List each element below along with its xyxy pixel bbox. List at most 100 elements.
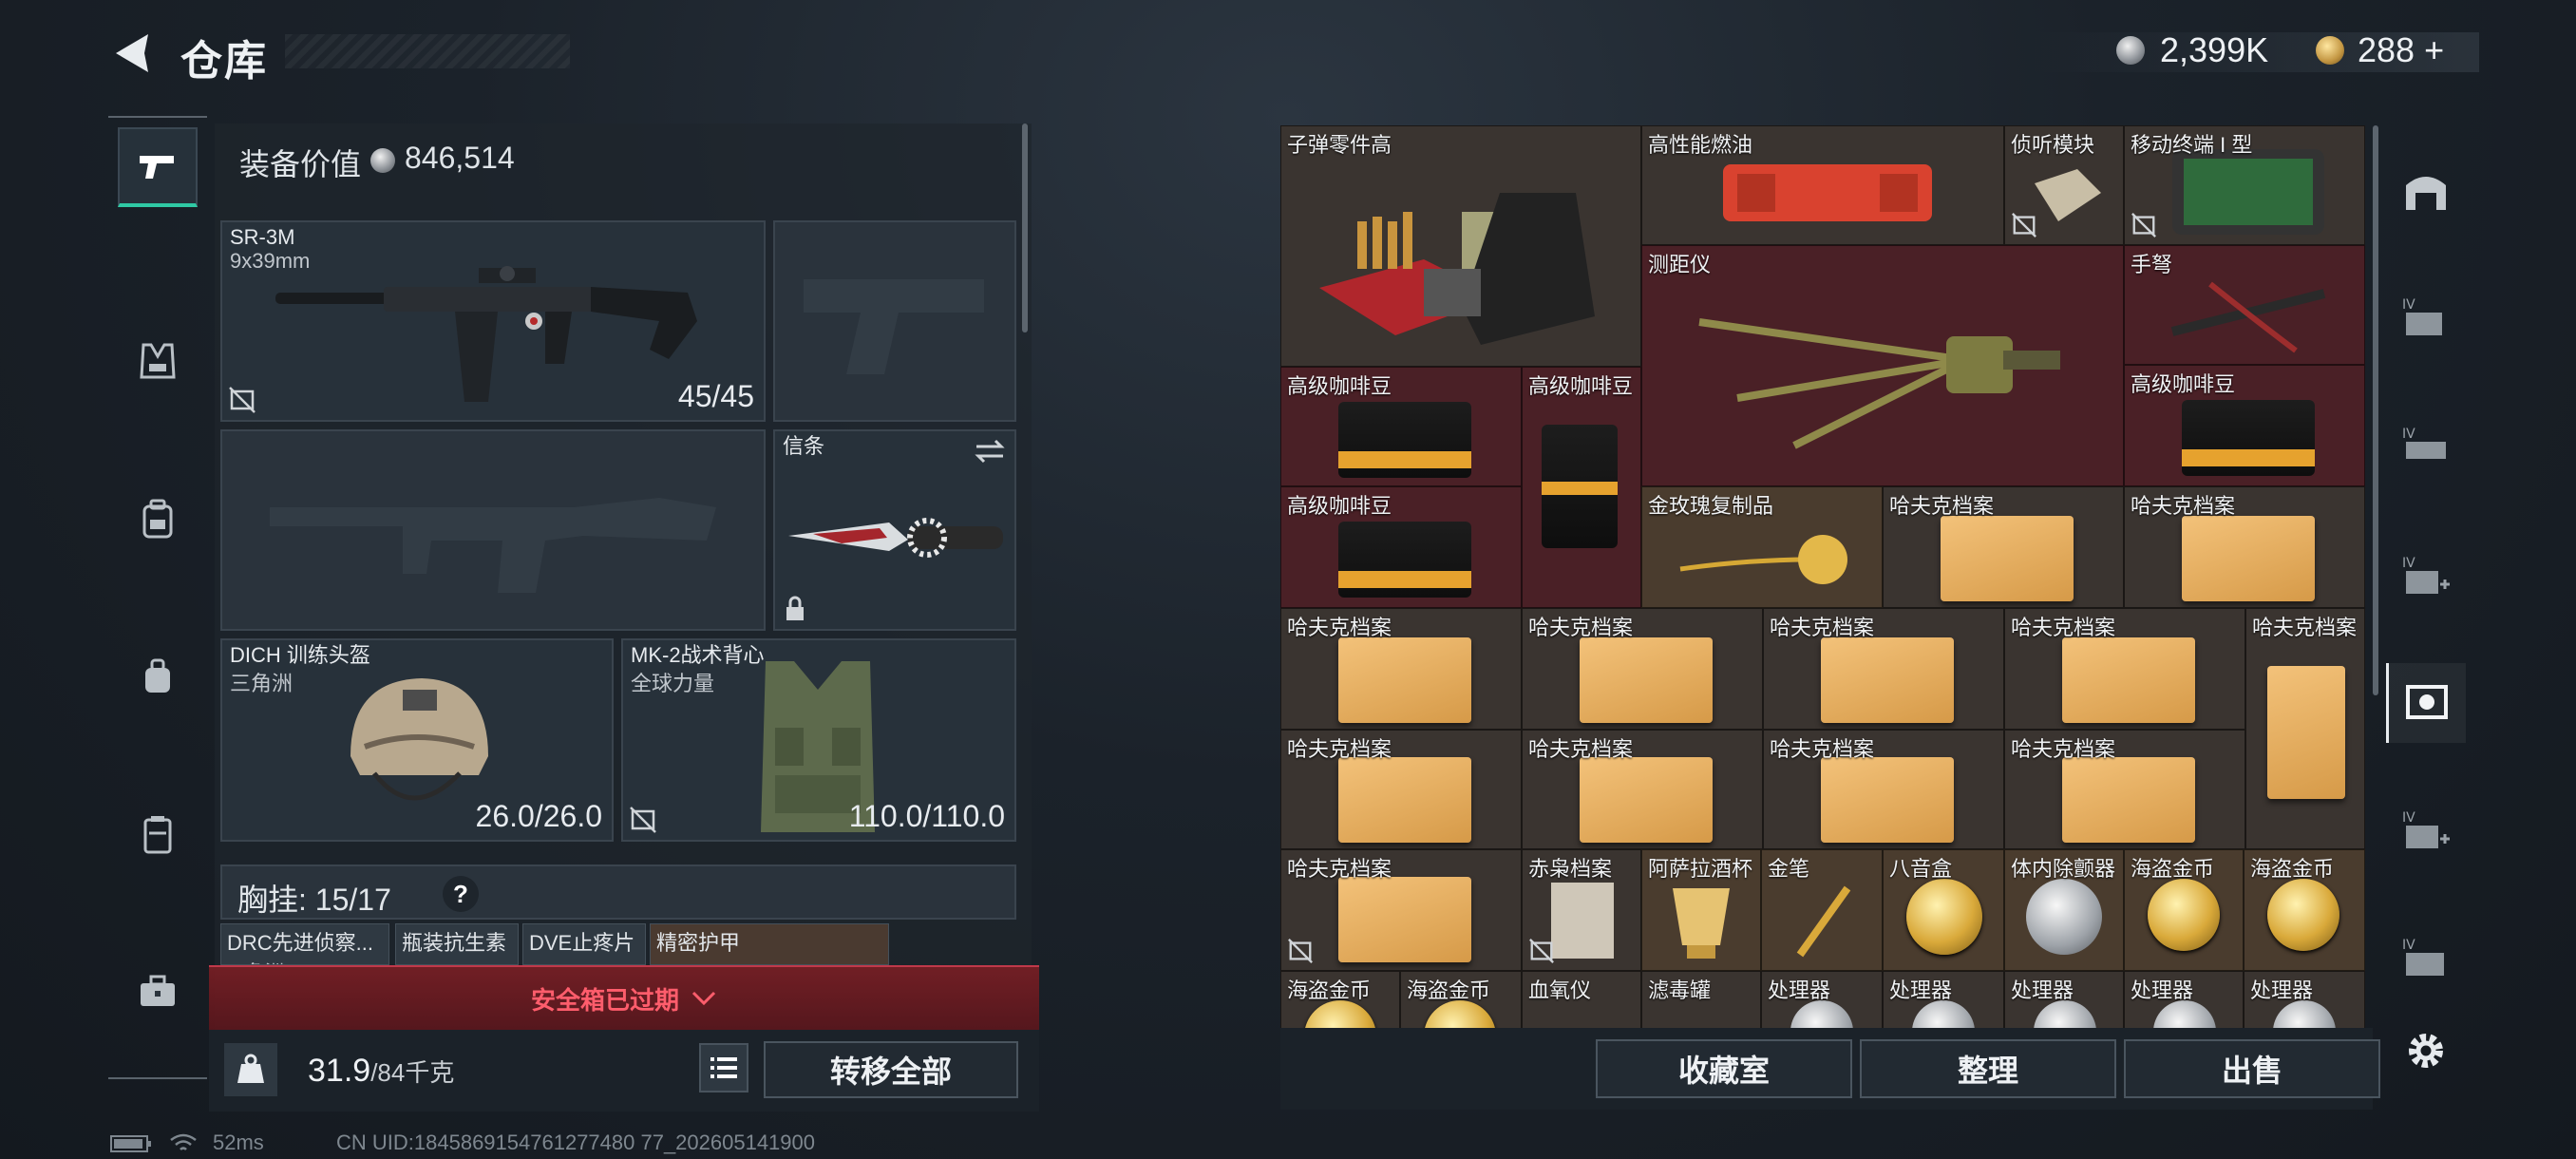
tab-safe-box[interactable] (118, 794, 198, 874)
item-hafk-file[interactable]: 哈夫克档案 (1763, 730, 2004, 849)
tab-chest-rig[interactable] (118, 321, 198, 401)
rig-item[interactable]: 瓶装抗生素 (395, 923, 519, 965)
transfer-all-button[interactable]: 转移全部 (764, 1041, 1018, 1098)
item-bullet-parts[interactable]: 子弹零件高 (1280, 125, 1641, 367)
item-rangefinder[interactable]: 测距仪 (1641, 245, 2124, 486)
tab-stash-iv-1[interactable]: IV (2386, 277, 2466, 357)
item-crossbow[interactable]: 手弩 (2124, 245, 2365, 365)
item-golden-rose[interactable]: 金玫瑰复制品 (1641, 486, 1883, 608)
item-coffee[interactable]: 高级咖啡豆 (1280, 486, 1522, 608)
coffee-bag-image (1338, 402, 1471, 478)
coin-image (2148, 879, 2220, 951)
gold-currency-value[interactable]: 288 + (2358, 30, 2444, 70)
no-insurance-icon (2131, 213, 2156, 238)
helmet-slot[interactable]: DICH 训练头盔 三角洲 26.0/26.0 (220, 638, 614, 842)
pistol-slot[interactable] (773, 220, 1016, 422)
item-filter-canister[interactable]: 滤毒罐 (1641, 971, 1761, 1028)
safe-box-expired-banner[interactable]: 安全箱已过期 (209, 965, 1039, 1030)
coffee-bag-image (1542, 425, 1618, 548)
tab-backpack[interactable] (118, 479, 198, 559)
silver-coin-icon (2116, 36, 2145, 65)
tab-stash-iv-4[interactable]: IV (2386, 790, 2466, 870)
tab-pouch[interactable] (118, 636, 198, 716)
processor-image (1912, 1000, 1975, 1028)
chest-rig-capacity: 15/17 (314, 883, 391, 917)
item-mobile-terminal[interactable]: 移动终端 I 型 (2124, 125, 2365, 245)
item-pirate-coin[interactable]: 海盗金币 (2124, 849, 2244, 971)
item-processor[interactable]: 处理器 (2004, 971, 2124, 1028)
melee-slot[interactable]: 信条 (773, 429, 1016, 631)
folder-image (2062, 757, 2195, 843)
item-processor[interactable]: 处理器 (2244, 971, 2365, 1028)
tab-stash-active[interactable] (2386, 663, 2466, 743)
item-hafk-file[interactable]: 哈夫克档案 (1280, 608, 1522, 730)
silver-currency-value: 2,399K (2160, 30, 2269, 69)
item-oximeter[interactable]: 血氧仪 (1522, 971, 1641, 1028)
collection-room-button[interactable]: 收藏室 (1596, 1039, 1852, 1098)
rig-item[interactable]: 精密护甲 (650, 923, 889, 965)
stash-scrollbar[interactable] (2373, 125, 2378, 695)
tab-stash-iv-3[interactable]: IV (2386, 536, 2466, 616)
tab-stash-iv-2[interactable]: IV (2386, 407, 2466, 486)
settings-button[interactable] (2397, 1022, 2454, 1079)
silver-coin-icon (370, 148, 395, 173)
item-hafk-file[interactable]: 哈夫克档案 (2004, 730, 2245, 849)
back-button[interactable] (106, 27, 160, 80)
tab-stash-iv-5[interactable]: IV (2386, 918, 2466, 998)
item-hafk-file[interactable]: 哈夫克档案 (1763, 608, 2004, 730)
item-hafk-file[interactable]: 哈夫克档案 (1280, 730, 1522, 849)
tab-stash-main[interactable] (2386, 152, 2466, 232)
item-coffee[interactable]: 高级咖啡豆 (2124, 365, 2365, 486)
folder-image (1338, 757, 1471, 843)
help-button[interactable]: ? (443, 876, 479, 912)
item-listening-module[interactable]: 侦听模块 (2004, 125, 2124, 245)
rig-item[interactable]: DVE止疼片 (522, 923, 646, 965)
item-gold-pen[interactable]: 金笔 (1761, 849, 1883, 971)
crossbow-image (2170, 281, 2326, 353)
carry-weight: 31.9/84千克 (308, 1053, 455, 1089)
add-gold-button[interactable]: + (2424, 30, 2444, 69)
item-coffee[interactable]: 高级咖啡豆 (1280, 367, 1522, 486)
organize-button[interactable]: 整理 (1860, 1039, 2116, 1098)
stash-grid[interactable]: 子弹零件高 高性能燃油 侦听模块 移动终端 I 型 测距仪 手弩 高级咖啡豆 高… (1280, 125, 2365, 1028)
primary-weapon-slot[interactable]: SR-3M 9x39mm 45/45 (220, 220, 766, 422)
page-title: 仓库 (180, 38, 268, 85)
item-defibrillator[interactable]: 体内除颤器 (2004, 849, 2124, 971)
module-image (2035, 169, 2101, 221)
item-music-box[interactable]: 八音盒 (1883, 849, 2004, 971)
ping-value: 52ms (213, 1130, 264, 1154)
item-coffee[interactable]: 高级咖啡豆 (1522, 367, 1641, 608)
rig-item[interactable]: DRC先进侦察...三角洲 (220, 923, 389, 965)
rifle-image (275, 266, 697, 402)
item-processor[interactable]: 处理器 (1761, 971, 1883, 1028)
helmet-durability: 26.0/26.0 (475, 799, 602, 833)
item-processor[interactable]: 处理器 (2124, 971, 2244, 1028)
item-pirate-coin[interactable]: 海盗金币 (1280, 971, 1400, 1028)
tab-weapons[interactable] (118, 127, 198, 207)
item-processor[interactable]: 处理器 (1883, 971, 2004, 1028)
stash-upgrade-icon: IV (2402, 810, 2450, 848)
sell-button[interactable]: 出售 (2124, 1039, 2380, 1098)
tab-toolbox[interactable] (118, 952, 198, 1032)
item-asara-cup[interactable]: 阿萨拉酒杯 (1641, 849, 1761, 971)
item-hafk-file[interactable]: 哈夫克档案 (1522, 730, 1763, 849)
no-insurance-icon (2012, 213, 2036, 238)
item-hafk-file[interactable]: 哈夫克档案 (1280, 849, 1522, 971)
item-hafk-file[interactable]: 哈夫克档案 (1522, 608, 1763, 730)
item-hafk-file[interactable]: 哈夫克档案 (2245, 608, 2365, 849)
equipment-scrollbar[interactable] (1022, 124, 1028, 332)
case-icon (143, 816, 172, 854)
item-pirate-coin[interactable]: 海盗金币 (2244, 849, 2365, 971)
list-view-button[interactable] (699, 1043, 748, 1092)
item-fuel[interactable]: 高性能燃油 (1641, 125, 2004, 245)
swap-icon[interactable] (973, 437, 1007, 466)
item-hafk-file[interactable]: 哈夫克档案 (1883, 486, 2124, 608)
item-chixiao-file[interactable]: 赤枭档案 (1522, 849, 1641, 971)
armor-slot[interactable]: MK-2战术背心 全球力量 110.0/110.0 (621, 638, 1016, 842)
weight-icon (224, 1043, 277, 1096)
item-hafk-file[interactable]: 哈夫克档案 (2124, 486, 2365, 608)
pen-image (1796, 885, 1851, 958)
secondary-weapon-slot[interactable] (220, 429, 766, 631)
item-hafk-file[interactable]: 哈夫克档案 (2004, 608, 2245, 730)
item-pirate-coin[interactable]: 海盗金币 (1400, 971, 1522, 1028)
